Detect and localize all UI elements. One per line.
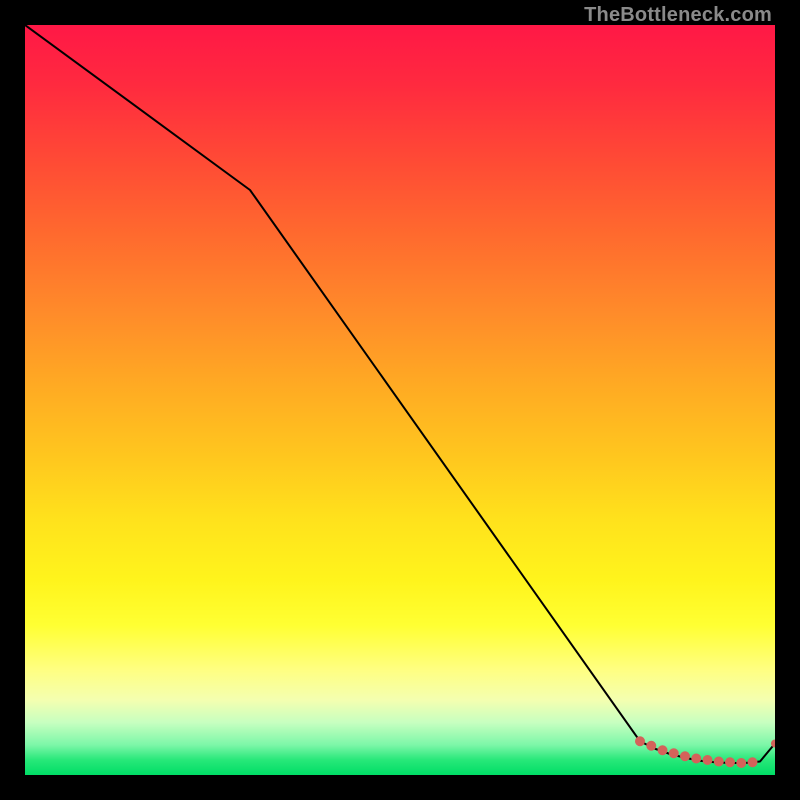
marker-series [635,736,775,768]
marker-point [691,754,701,764]
marker-point [658,745,668,755]
marker-point [736,758,746,768]
curve-path [25,25,775,763]
marker-point [635,736,645,746]
marker-point [725,757,735,767]
marker-point [680,751,690,761]
watermark-text: TheBottleneck.com [584,4,772,27]
marker-point [748,757,758,767]
marker-point [646,741,656,751]
chart-frame: TheBottleneck.com [0,0,800,800]
marker-point [703,755,713,765]
plot-area [25,25,775,775]
marker-point [714,757,724,767]
line-series [25,25,775,763]
chart-overlay [25,25,775,775]
marker-point [669,748,679,758]
